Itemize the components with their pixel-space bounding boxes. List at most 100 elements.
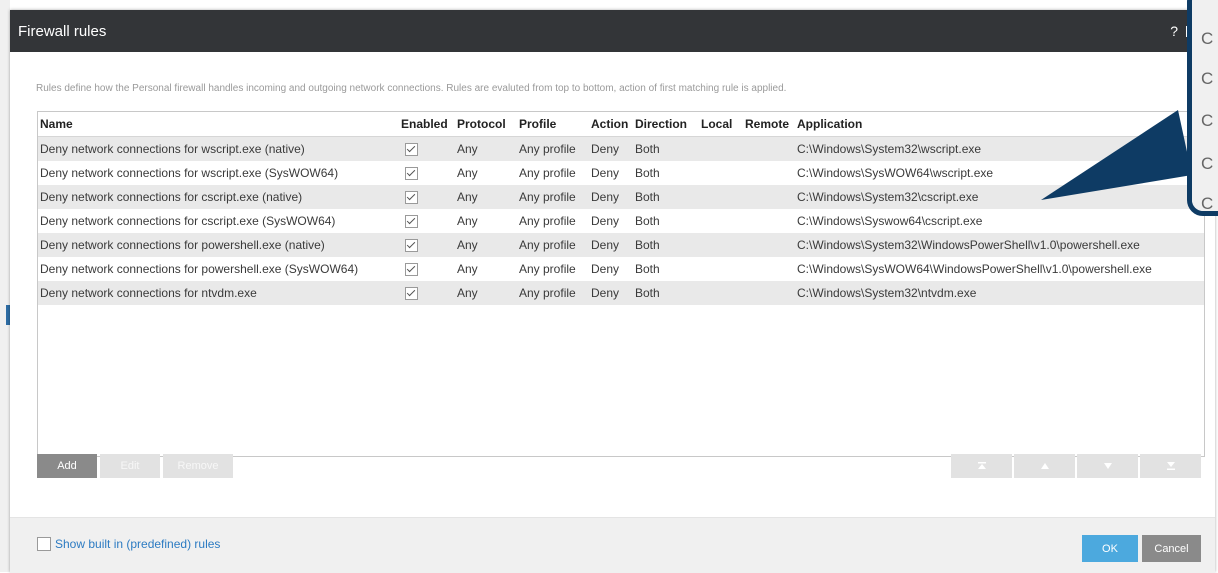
cell-local xyxy=(699,257,743,281)
table-row[interactable]: Deny network connections for cscript.exe… xyxy=(38,185,1204,209)
dialog-titlebar: Firewall rules ? xyxy=(10,10,1215,52)
cell-action: Deny xyxy=(591,262,620,276)
table-row[interactable]: Deny network connections for powershell.… xyxy=(38,233,1204,257)
column-header-application[interactable]: Application xyxy=(795,112,1204,137)
cell-direction: Both xyxy=(633,136,699,161)
column-header-local[interactable]: Local xyxy=(699,112,743,137)
column-header-name[interactable]: Name xyxy=(38,112,399,137)
cell-enabled xyxy=(399,185,455,209)
show-builtin-rules-checkbox[interactable] xyxy=(37,537,51,551)
cell-name: Deny network connections for ntvdm.exe xyxy=(38,281,399,305)
cell-action: Deny xyxy=(591,166,620,180)
cell-name: Deny network connections for wscript.exe… xyxy=(40,166,339,180)
add-button[interactable]: Add xyxy=(37,454,97,478)
cell-remote xyxy=(743,281,795,305)
rule-edit-buttons: Add Edit Remove xyxy=(37,454,233,478)
cancel-button[interactable]: Cancel xyxy=(1142,535,1201,562)
column-header-protocol[interactable]: Protocol xyxy=(455,112,517,137)
firewall-rules-dialog: Firewall rules ? Rules define how the Pe… xyxy=(10,10,1215,573)
table-row[interactable]: Deny network connections for wscript.exe… xyxy=(38,161,1204,185)
zoom-callout: C C C C C xyxy=(1187,0,1218,216)
callout-radio-icon: C xyxy=(1201,69,1214,88)
table-row[interactable]: Deny network connections for ntvdm.exe An… xyxy=(38,281,1204,305)
cell-application: C:\Windows\System32\cscript.exe xyxy=(795,185,1204,209)
rules-table: Name Enabled Protocol Profile Action Dir… xyxy=(37,111,1205,457)
enabled-checkbox[interactable] xyxy=(405,287,418,301)
cell-action: Deny xyxy=(589,281,633,305)
move-to-top-button[interactable] xyxy=(951,454,1012,478)
edit-button[interactable]: Edit xyxy=(100,454,160,478)
enabled-checkbox[interactable] xyxy=(405,215,418,229)
cell-protocol: Any xyxy=(457,214,478,228)
show-builtin-rules-option[interactable]: Show built in (predefined) rules xyxy=(37,537,220,551)
column-header-enabled[interactable]: Enabled xyxy=(399,112,455,137)
cell-protocol: Any xyxy=(455,136,517,161)
cell-remote xyxy=(743,136,795,161)
cell-enabled xyxy=(399,209,455,233)
move-down-button[interactable] xyxy=(1077,454,1138,478)
enabled-checkbox[interactable] xyxy=(405,143,418,157)
column-header-profile[interactable]: Profile xyxy=(517,112,589,137)
table-header-row: Name Enabled Protocol Profile Action Dir… xyxy=(38,112,1204,137)
background-window-strip xyxy=(0,0,10,572)
remove-button[interactable]: Remove xyxy=(163,454,233,478)
cell-local xyxy=(699,161,743,185)
cell-protocol: Any xyxy=(455,233,517,257)
ok-button[interactable]: OK xyxy=(1082,535,1138,562)
cell-enabled xyxy=(399,281,455,305)
cell-profile: Any profile xyxy=(519,214,576,228)
callout-radio-icon: C xyxy=(1201,154,1214,173)
cell-action: Deny xyxy=(589,185,633,209)
move-to-top-icon xyxy=(977,462,986,469)
cell-action: Deny xyxy=(589,233,633,257)
cell-direction: Both xyxy=(633,281,699,305)
cell-profile: Any profile xyxy=(517,136,589,161)
enabled-checkbox[interactable] xyxy=(405,191,418,205)
cell-action: Deny xyxy=(591,214,620,228)
help-button[interactable]: ? xyxy=(1170,23,1178,39)
cell-enabled xyxy=(399,136,455,161)
cell-protocol: Any xyxy=(455,185,517,209)
cell-local xyxy=(699,281,743,305)
cell-local xyxy=(699,209,743,233)
cell-name: Deny network connections for cscript.exe… xyxy=(40,214,336,228)
table-row[interactable]: Deny network connections for wscript.exe… xyxy=(38,136,1204,161)
dialog-title: Firewall rules xyxy=(18,22,107,40)
table-row[interactable]: Deny network connections for powershell.… xyxy=(38,257,1204,281)
move-to-bottom-icon xyxy=(1166,462,1175,470)
cell-remote xyxy=(743,233,795,257)
cell-direction: Both xyxy=(633,185,699,209)
column-header-remote[interactable]: Remote xyxy=(743,112,795,137)
enabled-checkbox[interactable] xyxy=(405,167,418,181)
cell-direction: Both xyxy=(635,166,660,180)
cell-profile: Any profile xyxy=(517,185,589,209)
move-to-bottom-button[interactable] xyxy=(1140,454,1201,478)
cell-name: Deny network connections for wscript.exe… xyxy=(38,136,399,161)
column-header-action[interactable]: Action xyxy=(589,112,633,137)
cell-direction: Both xyxy=(633,233,699,257)
cell-direction: Both xyxy=(635,262,660,276)
column-header-direction[interactable]: Direction xyxy=(633,112,699,137)
cell-profile: Any profile xyxy=(519,262,576,276)
cell-protocol: Any xyxy=(457,262,478,276)
cell-enabled xyxy=(399,257,455,281)
cell-local xyxy=(699,136,743,161)
move-up-button[interactable] xyxy=(1014,454,1075,478)
cell-application: C:\Windows\SysWOW64\wscript.exe xyxy=(797,166,994,180)
callout-radio-icon: C xyxy=(1201,111,1214,130)
show-builtin-rules-label[interactable]: Show built in (predefined) rules xyxy=(55,537,220,551)
cell-direction: Both xyxy=(635,214,660,228)
cell-local xyxy=(699,233,743,257)
enabled-checkbox[interactable] xyxy=(405,239,418,253)
cell-application: C:\Windows\System32\WindowsPowerShell\v1… xyxy=(795,233,1204,257)
cell-name: Deny network connections for powershell.… xyxy=(38,233,399,257)
table-row[interactable]: Deny network connections for cscript.exe… xyxy=(38,209,1204,233)
cell-protocol: Any xyxy=(455,281,517,305)
enabled-checkbox[interactable] xyxy=(405,263,418,277)
cell-enabled xyxy=(399,161,455,185)
cell-protocol: Any xyxy=(457,166,478,180)
cell-application: C:\Windows\Syswow64\cscript.exe xyxy=(797,214,983,228)
cell-remote xyxy=(743,161,795,185)
cell-profile: Any profile xyxy=(517,281,589,305)
move-up-icon xyxy=(1040,463,1049,469)
